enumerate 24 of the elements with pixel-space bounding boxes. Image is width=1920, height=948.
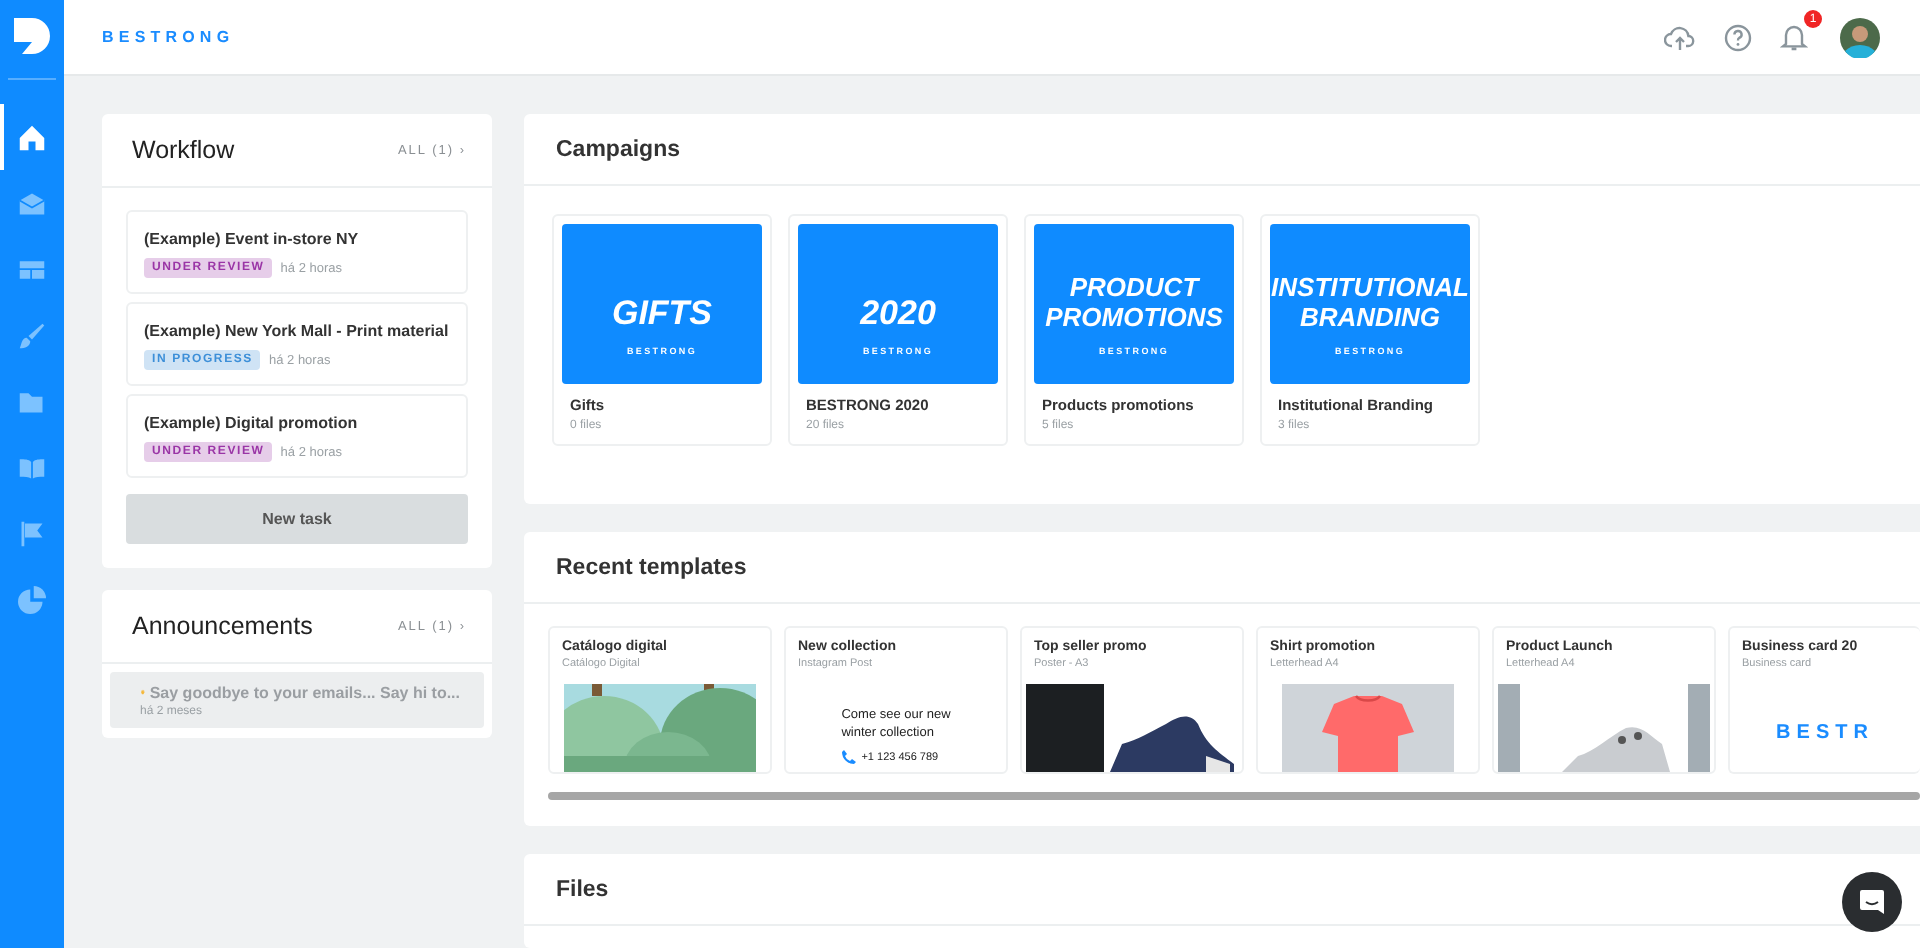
panel-title: Recent templates [556,555,747,579]
logo-icon [10,14,54,58]
bell-icon[interactable] [1780,22,1808,52]
cover-title: PRODUCT PROMOTIONS [1045,271,1223,334]
cover-title: INSTITUTIONAL BRANDING [1271,271,1469,334]
help-icon[interactable] [1724,23,1752,51]
cover-title: 2020 [860,293,936,334]
task-title: (Example) Event in-store NY [144,230,361,248]
new-task-button[interactable]: New task [126,494,468,544]
card-title: Announcements [132,612,313,640]
cover-title: GIFTS [611,293,713,334]
brand-logo: BESTRONG [102,28,235,46]
card-title: Workflow [132,136,235,164]
preview-logo: BESTR [1776,722,1874,748]
panel-title: Files [556,877,609,901]
task-title: (Example) New York Mall - Print material [144,322,450,340]
panel-title: Campaigns [556,137,680,161]
cloud-upload-icon[interactable] [1664,23,1696,51]
phone-icon [841,750,856,764]
chat-icon [1858,888,1886,916]
announcement-text: Say goodbye to your emails... Say hi to... [149,683,460,701]
avatar[interactable] [1840,17,1880,57]
scrollbar[interactable] [548,792,1920,800]
task-title: (Example) Digital promotion [144,414,360,432]
